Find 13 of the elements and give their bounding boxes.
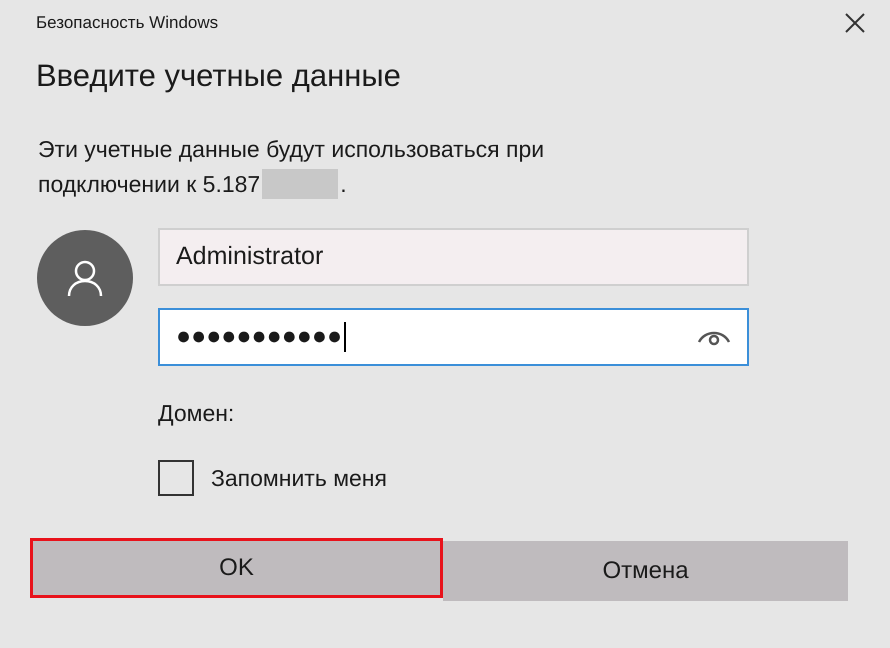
input-field[interactable]: ●●●●●●●●●●● — [158, 308, 749, 366]
dialog-heading: Введите учетные данные — [35, 56, 401, 94]
window-title: Безопасность Windows — [36, 12, 218, 34]
message-text: подключении к 5.187 — [38, 170, 260, 199]
input-field[interactable]: Administrator — [158, 228, 749, 286]
close-icon[interactable] — [844, 12, 866, 34]
remember-checkbox[interactable] — [158, 460, 194, 496]
remember-label: Запомнить меня — [211, 464, 387, 493]
domain-label: Домен: — [158, 398, 234, 428]
dialog-button[interactable]: Отмена — [443, 541, 848, 601]
message-text: . — [340, 170, 347, 198]
dialog-button[interactable]: OK — [30, 538, 443, 598]
message-text: Эти учетные данные будут использоваться при — [38, 134, 544, 164]
